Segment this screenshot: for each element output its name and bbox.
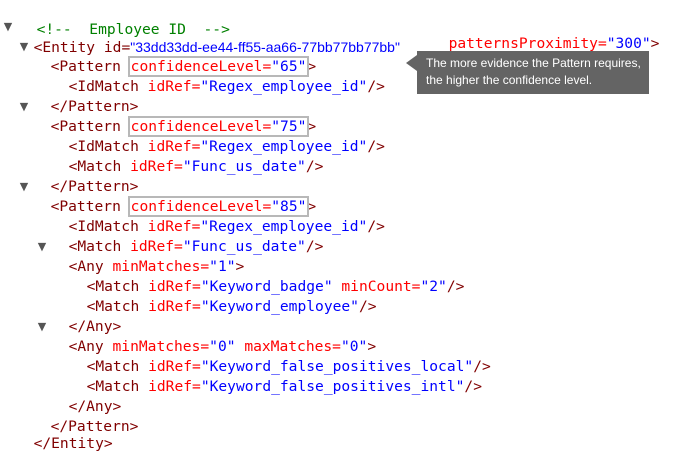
collapse-pattern-3-icon[interactable]: ▼ (18, 177, 30, 197)
any-1-close-line: </Any> (68, 318, 122, 335)
collapse-any-2-icon[interactable]: ▼ (36, 317, 48, 337)
pattern-2-close-line: </Pattern> (50, 178, 139, 195)
pattern-3-open-line: <Pattern confidenceLevel="85"> (50, 196, 317, 217)
pattern-3-match-line: <Match idRef="Func_us_date"/> (68, 238, 324, 255)
any-1-match-2-line: <Match idRef="Keyword_employee"/> (86, 298, 377, 315)
collapse-entity-icon[interactable]: ▼ (2, 17, 14, 37)
any-1-open-line: <Any minMatches="1"> (68, 258, 245, 275)
collapse-pattern-2-icon[interactable]: ▼ (18, 97, 30, 117)
any-2-close-line: </Any> (68, 398, 122, 415)
entity-close-line: </Entity> (33, 435, 113, 452)
any-2-open-line: <Any minMatches="0" maxMatches="0"> (68, 338, 377, 355)
pattern-1-open-line: <Pattern confidenceLevel="65"> (50, 56, 317, 77)
tooltip-line-1: The more evidence the Pattern requires, (426, 56, 641, 70)
collapse-any-1-icon[interactable]: ▼ (36, 237, 48, 257)
tooltip-line-2: the higher the confidence level. (426, 73, 593, 87)
any-2-match-2-line: <Match idRef="Keyword_false_positives_in… (86, 378, 482, 395)
pattern-1-idmatch-line: <IdMatch idRef="Regex_employee_id"/> (68, 78, 385, 95)
pattern-3-idmatch-line: <IdMatch idRef="Regex_employee_id"/> (68, 218, 385, 235)
confidence-tooltip: The more evidence the Pattern requires, … (417, 51, 649, 94)
proximity-attr: patternsProximity= (448, 35, 607, 52)
tooltip-arrow (406, 55, 417, 71)
pattern-2-open-line: <Pattern confidenceLevel="75"> (50, 116, 317, 137)
any-2-match-1-line: <Match idRef="Keyword_false_positives_lo… (86, 358, 491, 375)
pattern-1-close-line: </Pattern> (50, 98, 139, 115)
entity-open-line: <Entity id="33dd33dd-ee44-ff55-aa66-77bb… (16, 17, 400, 56)
proximity-value: "300" (606, 35, 651, 52)
entity-proximity: patternsProximity="300"> (448, 35, 660, 52)
any-1-match-1-line: <Match idRef="Keyword_badge" minCount="2… (86, 278, 465, 295)
pattern-2-match-line: <Match idRef="Func_us_date"/> (68, 158, 324, 175)
collapse-pattern-1-icon[interactable]: ▼ (18, 37, 30, 57)
pattern-2-idmatch-line: <IdMatch idRef="Regex_employee_id"/> (68, 138, 385, 155)
